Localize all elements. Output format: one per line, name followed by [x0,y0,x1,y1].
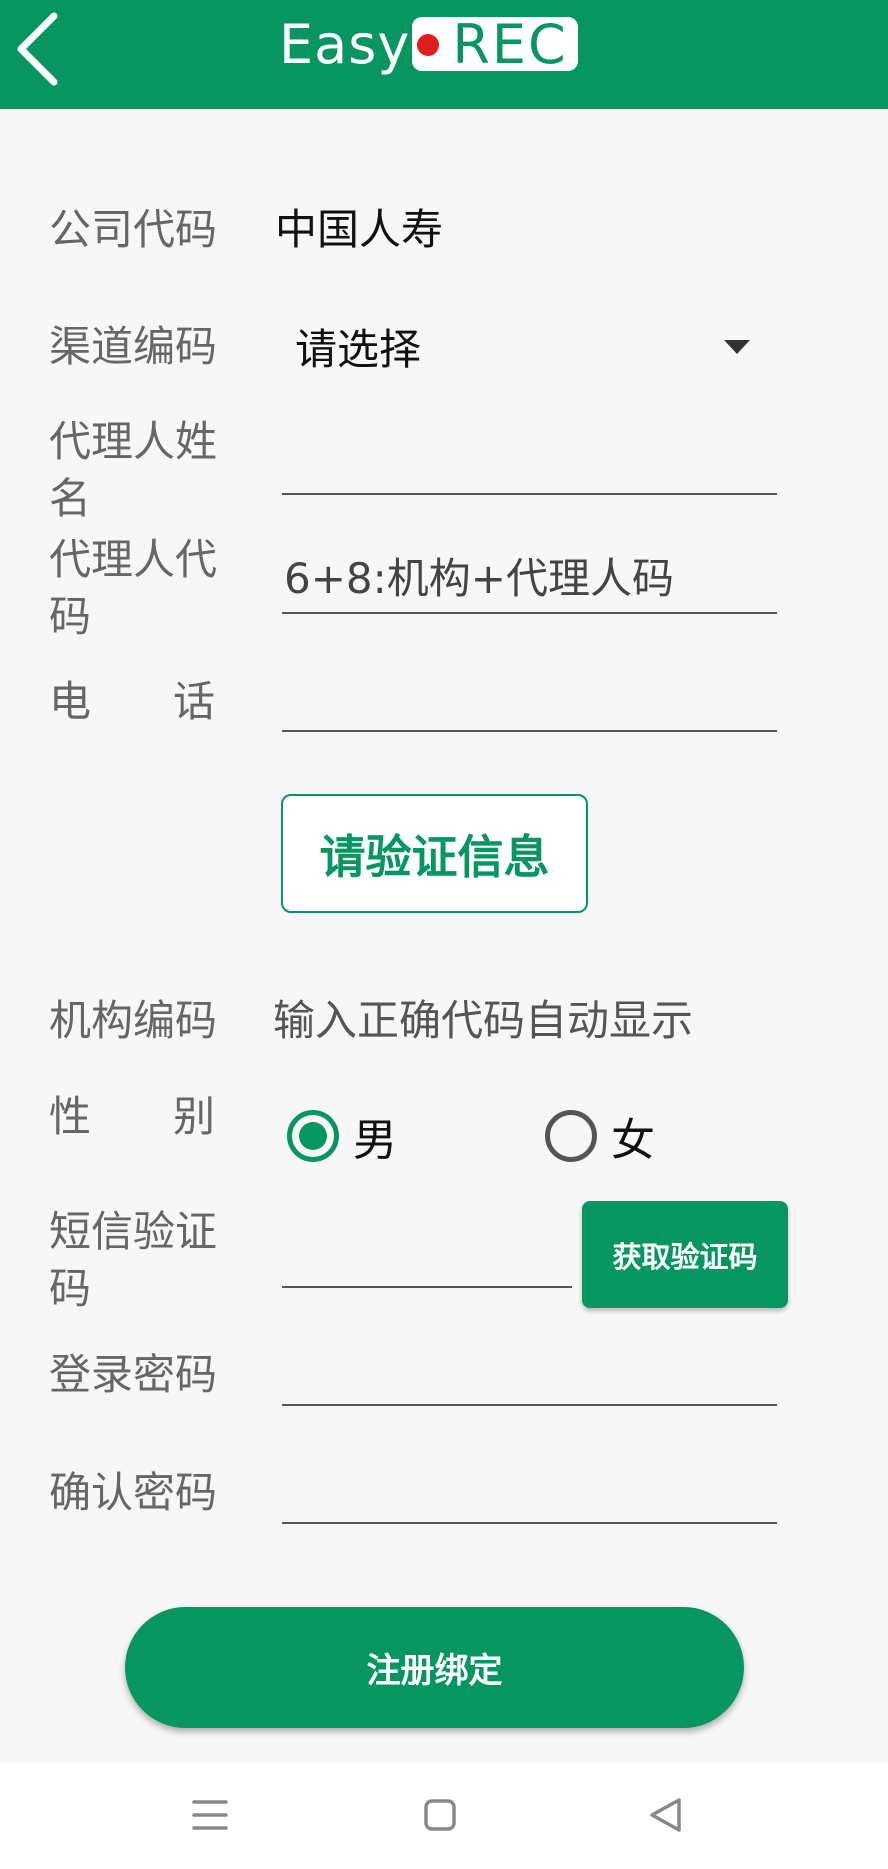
channel-code-label: 渠道编码 [49,322,218,371]
agent-code-label: 代理人代码 [49,535,218,641]
gender-male-label: 男 [353,1115,397,1166]
nav-menu-button[interactable] [180,1785,240,1845]
confirm-password-label: 确认密码 [49,1468,218,1517]
sms-code-input[interactable] [282,1218,572,1288]
phone-label: 电 话 [49,673,215,730]
back-triangle-icon [650,1798,681,1832]
logo-text-easy: Easy [279,12,411,76]
phone-label-char-1: 电 [49,677,92,726]
channel-code-selected-value: 请选择 [295,325,422,374]
gender-radio-male[interactable]: 男 [287,1108,397,1166]
back-button[interactable] [6,4,76,94]
verify-info-button[interactable]: 请验证信息 [281,794,588,913]
confirm-password-input[interactable] [282,1454,777,1524]
app-header: Easy REC [0,0,888,109]
org-code-label: 机构编码 [49,996,218,1045]
gender-label-char-1: 性 [49,1092,92,1141]
phone-input[interactable] [282,662,777,732]
logo-badge: REC [412,13,578,76]
home-square-icon [424,1799,456,1831]
company-code-label: 公司代码 [49,205,218,254]
org-code-value: 输入正确代码自动显示 [273,996,694,1045]
agent-code-input[interactable] [282,544,777,614]
app-screen: Easy REC 公司代码 中国人寿 渠道编码 请选择 代理人姓名 代理人代码 … [0,0,888,1869]
menu-icon [192,1800,228,1830]
gender-label-char-2: 别 [172,1092,215,1141]
register-bind-button[interactable]: 注册绑定 [125,1607,744,1728]
record-dot-icon [417,34,440,56]
back-chevron-icon [17,12,58,86]
get-sms-code-button[interactable]: 获取验证码 [582,1201,788,1308]
radio-checked-icon [287,1110,339,1162]
nav-back-button[interactable] [636,1785,696,1845]
sms-code-label: 短信验证码 [49,1207,218,1313]
nav-home-button[interactable] [410,1785,470,1845]
gender-female-label: 女 [611,1115,655,1166]
password-input[interactable] [282,1336,777,1406]
radio-unchecked-icon [545,1110,597,1162]
company-code-value: 中国人寿 [275,205,444,254]
phone-label-char-2: 话 [172,677,215,726]
system-nav-bar [0,1763,888,1869]
password-label: 登录密码 [49,1350,218,1399]
gender-label: 性 别 [49,1088,215,1145]
app-logo: Easy REC [279,12,578,76]
agent-name-input[interactable] [282,425,777,495]
gender-radio-female[interactable]: 女 [545,1108,655,1166]
channel-code-select[interactable]: 请选择 [282,314,752,386]
caret-down-icon [724,340,750,354]
logo-text-rec: REC [452,12,568,76]
agent-name-label: 代理人姓名 [49,417,218,523]
